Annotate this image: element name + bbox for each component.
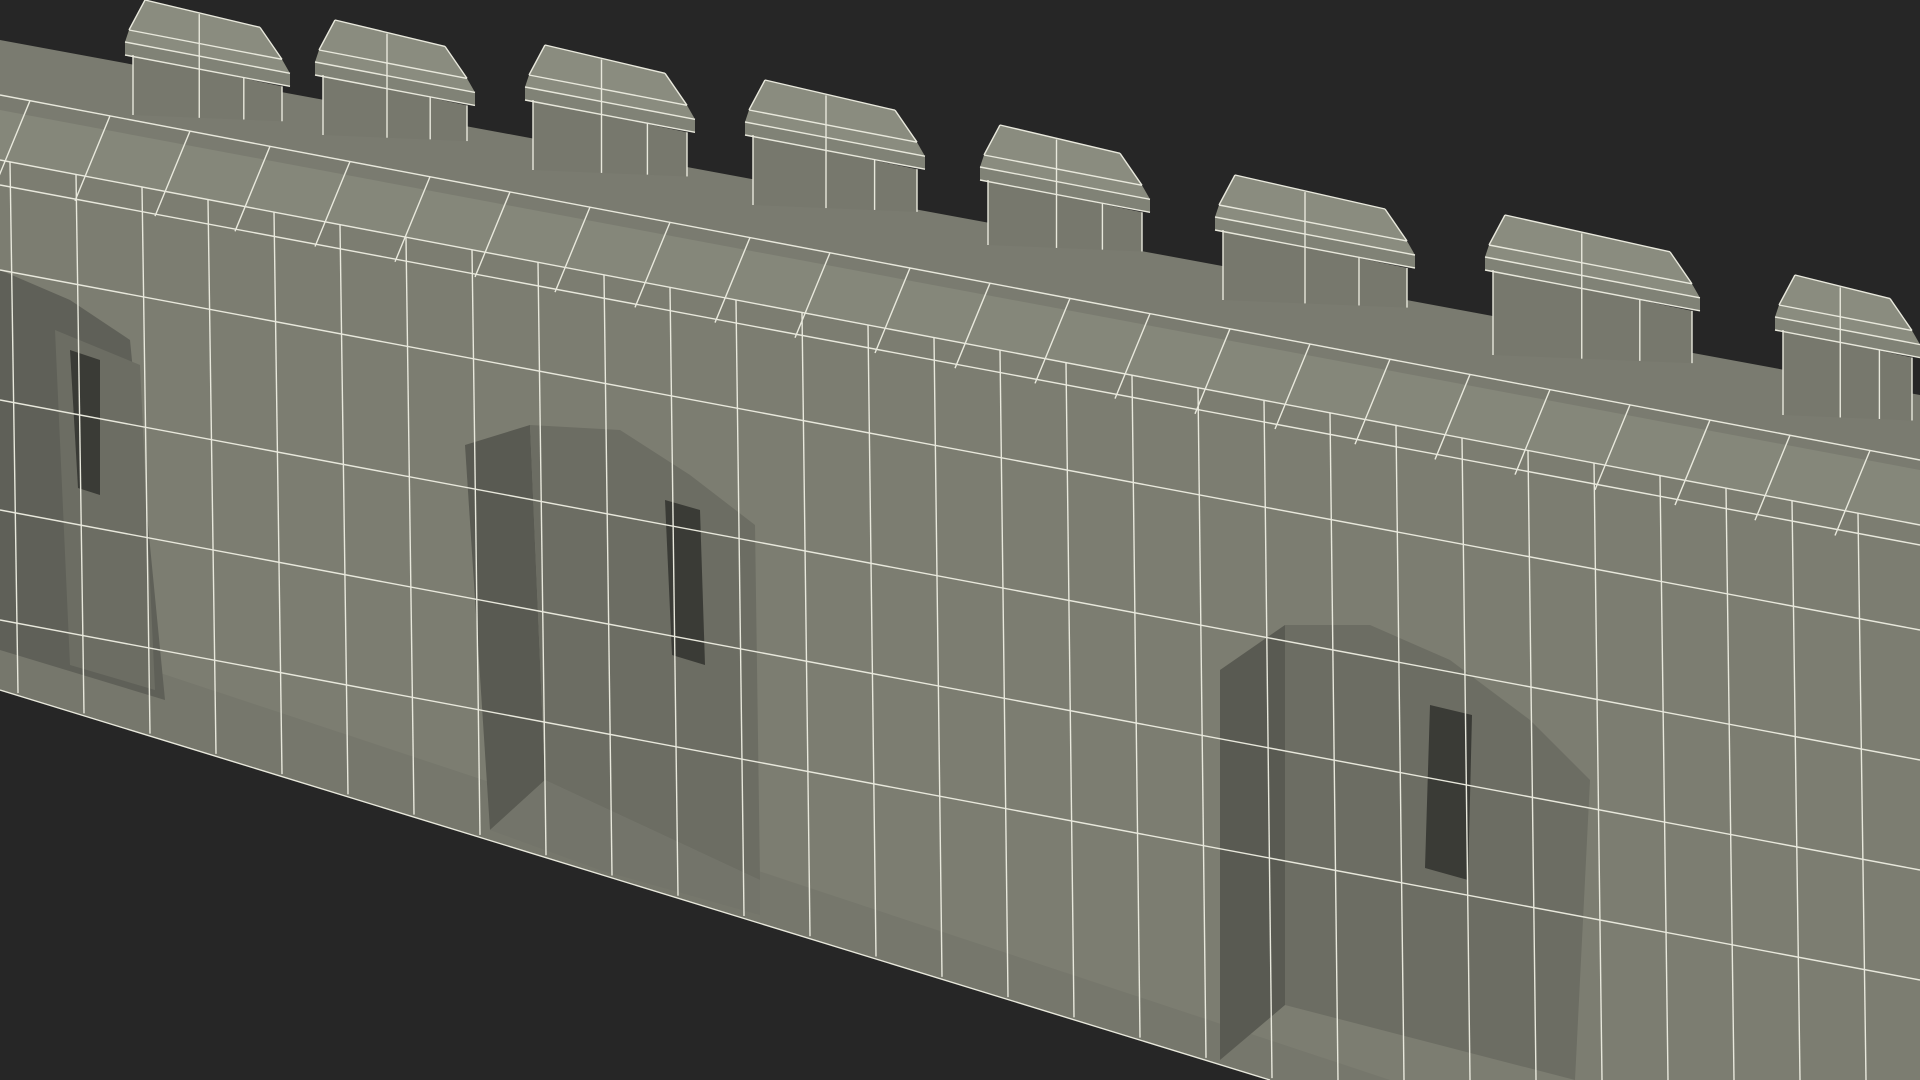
3d-viewport[interactable] — [0, 0, 1920, 1080]
recess-left-back — [55, 330, 155, 690]
recess-right-side — [1220, 625, 1285, 1060]
arrow-slit-right — [1425, 705, 1472, 880]
castle-wall-model[interactable] — [0, 0, 1920, 1080]
